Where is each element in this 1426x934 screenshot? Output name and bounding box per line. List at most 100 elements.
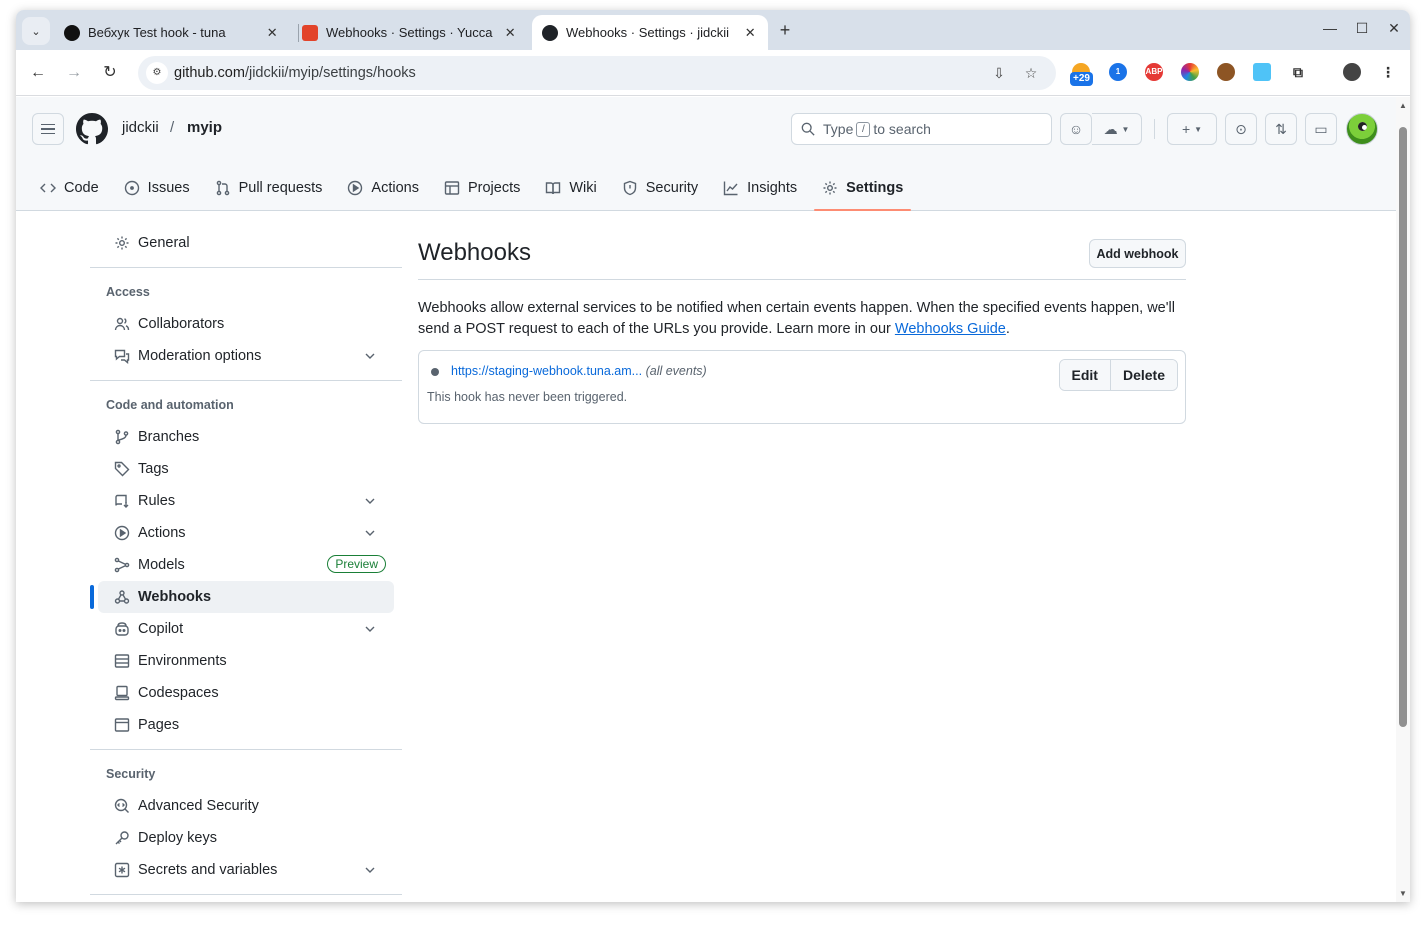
new-tab-button[interactable]: + [774, 19, 796, 41]
sidebar-item-label: Advanced Security [138, 798, 259, 814]
sidebar-item-webhooks[interactable]: Webhooks [90, 581, 394, 613]
browser-tab-1[interactable]: Вебхук Test hook - tuna ✕ [54, 15, 290, 50]
add-webhook-button[interactable]: Add webhook [1089, 239, 1186, 268]
tab-label: Issues [147, 180, 190, 196]
adblock-icon[interactable]: ABP [1145, 63, 1163, 81]
tuna-icon [64, 24, 80, 41]
description-text: Webhooks allow external services to be n… [418, 300, 1175, 337]
chevron-down-icon [365, 353, 375, 359]
scroll-up-icon[interactable]: ▲ [1399, 101, 1407, 110]
sidebar-item-moderation[interactable]: Moderation options [98, 340, 394, 372]
sidebar-item-pages[interactable]: Pages [98, 709, 394, 741]
preview-badge: Preview [327, 555, 386, 573]
code-icon [40, 183, 56, 193]
webhook-icon [114, 590, 130, 604]
tab-wiki[interactable]: Wiki [537, 165, 604, 211]
search-placeholder-suffix: to search [873, 121, 931, 137]
tab-security[interactable]: Security [614, 165, 706, 211]
extensions-puzzle-icon[interactable]: ⧉ [1289, 63, 1307, 81]
sidebar-item-branches[interactable]: Branches [98, 421, 394, 453]
sidebar-item-label: Deploy keys [138, 830, 217, 846]
webhook-url[interactable]: https://staging-webhook.tuna.am... [451, 364, 642, 378]
breadcrumb-owner[interactable]: jidckii [122, 119, 159, 136]
close-icon[interactable]: ✕ [503, 25, 519, 41]
sidebar-item-models[interactable]: Models Preview [98, 549, 394, 581]
create-new-button[interactable]: + ▼ [1167, 113, 1217, 145]
tab-projects[interactable]: Projects [436, 165, 528, 211]
tab-label: Actions [371, 180, 419, 196]
tab-settings[interactable]: Settings [814, 165, 912, 211]
sidebar-item-advanced-security[interactable]: Advanced Security [98, 790, 394, 822]
sidebar-item-tags[interactable]: Tags [98, 453, 394, 485]
color-picker-icon[interactable] [1181, 63, 1199, 81]
sidebar-item-collaborators[interactable]: Collaborators [98, 308, 394, 340]
breadcrumb-repo[interactable]: myip [187, 119, 222, 136]
reload-icon[interactable]: ↻ [99, 62, 121, 84]
copilot-dropdown-button[interactable]: ☁ ▼ [1092, 113, 1142, 145]
sidebar-item-secrets[interactable]: Secrets and variables [98, 854, 394, 886]
user-avatar[interactable] [1346, 113, 1378, 145]
webhook-url-link[interactable]: https://staging-webhook.tuna.am... (all … [451, 364, 707, 378]
forward-icon[interactable]: → [63, 62, 85, 84]
sidebar-item-codespaces[interactable]: Codespaces [98, 677, 394, 709]
issues-button[interactable]: ⊙ [1225, 113, 1257, 145]
repo-push-icon [115, 494, 129, 508]
tab-actions[interactable]: Actions [339, 165, 427, 211]
cookie-icon[interactable] [1217, 63, 1235, 81]
tab-issues[interactable]: Issues [116, 165, 198, 211]
sidebar-item-copilot[interactable]: Copilot [98, 613, 394, 645]
sidebar-divider [90, 380, 402, 381]
page-scrollbar[interactable]: ▲ ▼ [1396, 97, 1410, 902]
browser-tab-3[interactable]: Webhooks · Settings · jidckii ✕ [532, 15, 768, 50]
search-icon [801, 122, 815, 136]
tab-title: Webhooks · Settings · jidckii [566, 25, 730, 40]
sidebar-item-actions[interactable]: Actions [98, 517, 394, 549]
install-app-icon[interactable]: ⇩ [990, 64, 1008, 82]
webhooks-guide-link[interactable]: Webhooks Guide [895, 321, 1006, 337]
browser-toolbar: ← → ↻ ⚙ github.com/jidckii/myip/settings… [16, 50, 1410, 96]
more-menu-icon[interactable]: ⋮ [1379, 63, 1397, 81]
bookmark-star-icon[interactable]: ☆ [1022, 64, 1040, 82]
browser-tab-2[interactable]: Webhooks · Settings · Yucca ✕ [292, 15, 528, 50]
sidebar-divider [90, 267, 402, 268]
hamburger-menu-button[interactable] [32, 113, 64, 145]
tab-pull-requests[interactable]: Pull requests [207, 165, 331, 211]
sidebar-item-label: Rules [138, 493, 176, 509]
book-icon [546, 182, 561, 195]
scroll-down-icon[interactable]: ▼ [1399, 889, 1407, 898]
inbox-button[interactable]: ▭ [1305, 113, 1337, 145]
tab-title: Webhooks · Settings · Yucca [326, 25, 493, 40]
address-bar[interactable]: ⚙ github.com/jidckii/myip/settings/hooks… [138, 56, 1056, 90]
chevron-down-icon [365, 867, 375, 873]
scrollbar-thumb[interactable] [1399, 127, 1407, 727]
maximize-icon[interactable]: ☐ [1352, 20, 1372, 37]
pull-requests-button[interactable]: ⇅ [1265, 113, 1297, 145]
sidebar-item-rules[interactable]: Rules [98, 485, 394, 517]
sidebar-item-deploy-keys[interactable]: Deploy keys [98, 822, 394, 854]
back-icon[interactable]: ← [27, 62, 49, 84]
minimize-icon[interactable]: — [1320, 20, 1340, 36]
delete-button[interactable]: Delete [1109, 360, 1177, 390]
github-logo-icon[interactable] [76, 113, 108, 145]
password-manager-icon[interactable]: 1 [1109, 63, 1127, 81]
url-text[interactable]: github.com/jidckii/myip/settings/hooks [174, 65, 416, 81]
translate-extension-icon[interactable] [1253, 63, 1271, 81]
sidebar-item-general[interactable]: General [98, 227, 394, 259]
tab-search-button[interactable]: ⌄ [22, 17, 50, 45]
tab-title: Вебхук Test hook - tuna [88, 25, 226, 40]
sidebar-item-environments[interactable]: Environments [98, 645, 394, 677]
sidebar-item-label: Collaborators [138, 316, 225, 332]
gitlab-icon [302, 24, 318, 41]
search-input[interactable]: Type / to search [791, 113, 1052, 145]
profile-avatar[interactable] [1343, 63, 1361, 81]
copilot-button[interactable]: ☺ [1060, 113, 1092, 145]
close-window-icon[interactable]: ✕ [1384, 20, 1404, 37]
edit-button[interactable]: Edit [1059, 360, 1110, 390]
inbox-icon: ▭ [1314, 120, 1328, 137]
tab-code[interactable]: Code [32, 165, 107, 211]
close-icon[interactable]: ✕ [743, 25, 759, 41]
sidebar-group-code-automation: Code and automation [106, 398, 234, 412]
site-settings-icon[interactable]: ⚙ [146, 62, 168, 84]
close-icon[interactable]: ✕ [265, 25, 281, 41]
tab-insights[interactable]: Insights [715, 165, 805, 211]
